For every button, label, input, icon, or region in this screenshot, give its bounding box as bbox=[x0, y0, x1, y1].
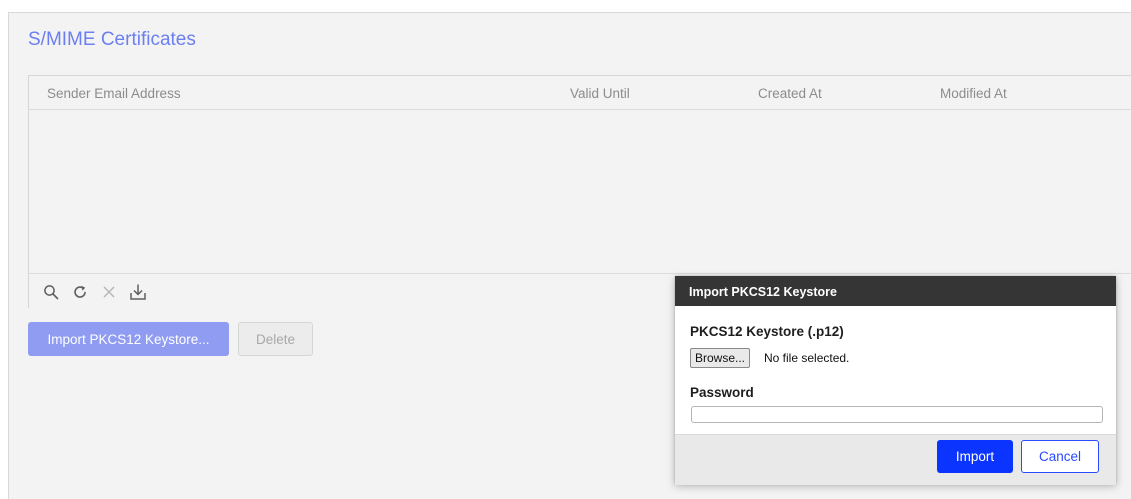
clear-icon[interactable] bbox=[99, 282, 119, 302]
page-title: S/MIME Certificates bbox=[28, 29, 196, 50]
cancel-button[interactable]: Cancel bbox=[1021, 440, 1099, 473]
download-icon[interactable] bbox=[128, 282, 148, 302]
dialog-title: Import PKCS12 Keystore bbox=[689, 285, 837, 299]
column-header-modified-at[interactable]: Modified At bbox=[940, 86, 1007, 101]
refresh-icon[interactable] bbox=[70, 282, 90, 302]
import-keystore-dialog: Import PKCS12 Keystore PKCS12 Keystore (… bbox=[675, 276, 1116, 485]
table-header: Sender Email Address Valid Until Created… bbox=[29, 76, 1131, 110]
browse-button[interactable]: Browse... bbox=[690, 348, 751, 368]
column-header-created-at[interactable]: Created At bbox=[758, 86, 822, 101]
password-label: Password bbox=[690, 385, 754, 400]
import-button[interactable]: Import bbox=[937, 440, 1013, 473]
dialog-titlebar[interactable]: Import PKCS12 Keystore bbox=[675, 276, 1116, 306]
table-body bbox=[29, 110, 1131, 273]
keystore-file-label: PKCS12 Keystore (.p12) bbox=[690, 324, 844, 339]
delete-button[interactable]: Delete bbox=[238, 322, 313, 356]
column-header-valid-until[interactable]: Valid Until bbox=[570, 86, 630, 101]
column-header-sender-email[interactable]: Sender Email Address bbox=[47, 86, 181, 101]
certificates-table: Sender Email Address Valid Until Created… bbox=[28, 75, 1131, 308]
dialog-footer: Import Cancel bbox=[675, 434, 1116, 485]
password-field[interactable] bbox=[691, 406, 1103, 423]
import-keystore-button[interactable]: Import PKCS12 Keystore... bbox=[28, 322, 229, 356]
search-icon[interactable] bbox=[41, 282, 61, 302]
file-status-text: No file selected. bbox=[764, 351, 850, 365]
